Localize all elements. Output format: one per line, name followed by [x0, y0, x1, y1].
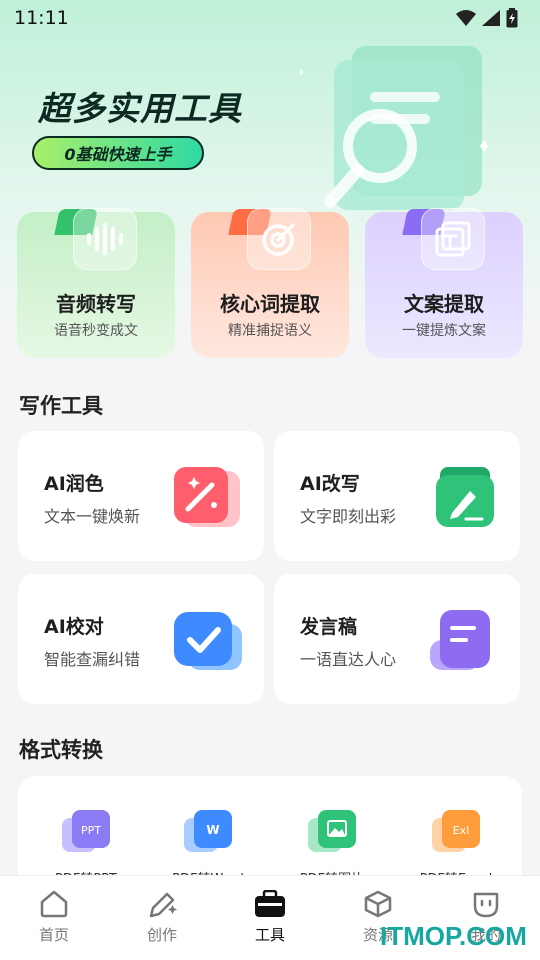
watermark: ITMOP.COM [380, 921, 527, 951]
quick-tool-subtitle: 一键提炼文案 [402, 323, 486, 339]
status-bar: 11:11 [0, 0, 540, 36]
tool-subtitle: 文字即刻出彩 [300, 507, 397, 526]
writing-tools-heading: 写作工具 [19, 394, 103, 418]
ai-proofread-card[interactable]: AI校对 智能查漏纠错 [18, 574, 264, 704]
nav-tools[interactable]: 工具 [216, 876, 324, 960]
tool-title: AI校对 [44, 616, 104, 638]
wifi-icon [456, 10, 476, 26]
battery-icon [506, 8, 518, 28]
target-icon [247, 208, 311, 270]
home-icon [40, 890, 68, 918]
toolbox-icon [255, 890, 285, 917]
image-file-icon [308, 810, 356, 852]
tool-subtitle: 文本一键焕新 [44, 507, 141, 526]
conv-badge: W [206, 823, 219, 837]
hero-title: 超多实用工具 [38, 89, 242, 128]
nav-create[interactable]: 创作 [108, 876, 216, 960]
ai-rewrite-card[interactable]: AI改写 文字即刻出彩 [274, 431, 520, 561]
format-conversion-heading: 格式转换 [19, 738, 103, 762]
conv-badge: Exl [453, 824, 470, 837]
text-frame-icon [421, 208, 485, 270]
excel-file-icon: Exl [432, 810, 480, 852]
cube-icon [364, 890, 392, 918]
ppt-file-icon: PPT [62, 810, 110, 852]
tool-title: 发言稿 [300, 616, 358, 638]
nav-label: 工具 [254, 926, 285, 944]
keyword-extract-card[interactable]: 核心词提取 精准捕捉语义 [191, 208, 349, 358]
signal-icon [482, 10, 500, 26]
speech-draft-card[interactable]: 发言稿 一语直达人心 [274, 574, 520, 704]
nav-label: 首页 [38, 926, 69, 944]
nav-home[interactable]: 首页 [0, 876, 108, 960]
quick-tool-subtitle: 精准捕捉语义 [228, 323, 312, 339]
quick-tool-title: 核心词提取 [220, 292, 320, 316]
conv-badge: PPT [81, 824, 101, 837]
ai-polish-card[interactable]: AI润色 文本一键焕新 [18, 431, 264, 561]
sound-wave-icon [73, 208, 137, 270]
create-pen-icon [149, 892, 177, 918]
word-file-icon: W [184, 810, 232, 852]
pen-icon [436, 467, 494, 527]
nav-label: 创作 [146, 926, 177, 944]
hero-badge-button[interactable]: 0基础快速上手 [32, 136, 204, 170]
profile-icon [473, 892, 499, 918]
quick-tool-title: 音频转写 [56, 292, 136, 316]
quick-tool-subtitle: 语音秒变成文 [54, 323, 138, 339]
tool-title: AI改写 [300, 473, 360, 495]
magic-wand-icon [174, 467, 240, 527]
hero-banner: 超多实用工具 0基础快速上手 [0, 36, 540, 210]
tool-title: AI润色 [44, 473, 104, 495]
quick-tools: 音频转写 语音秒变成文 核心词提取 精准捕捉语义 文案提取 一键提炼文案 [17, 208, 523, 360]
copy-extract-card[interactable]: 文案提取 一键提炼文案 [365, 208, 523, 358]
document-search-illustration [300, 46, 488, 210]
tool-subtitle: 智能查漏纠错 [44, 650, 141, 669]
quick-tool-title: 文案提取 [404, 292, 484, 316]
status-icons [456, 8, 518, 28]
document-icon [430, 610, 490, 670]
status-time: 11:11 [14, 7, 69, 29]
check-icon [174, 612, 242, 670]
audio-transcribe-card[interactable]: 音频转写 语音秒变成文 [17, 208, 175, 358]
tool-subtitle: 一语直达人心 [300, 650, 397, 669]
